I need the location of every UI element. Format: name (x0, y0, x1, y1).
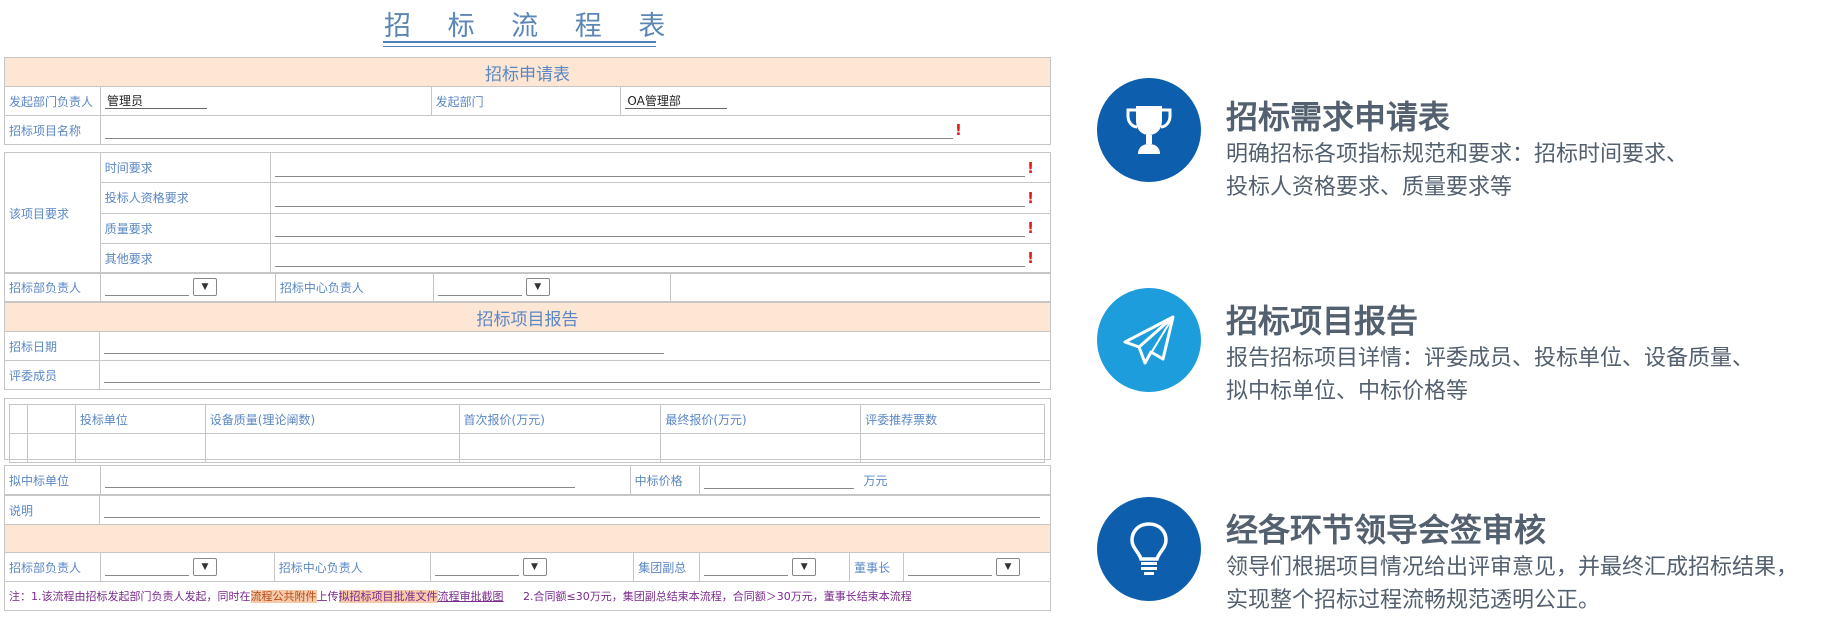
req-bidder-label: 投标人资格要求 (99, 182, 272, 214)
winning-price-input[interactable] (703, 474, 854, 489)
sign-bid-dept-head-input[interactable] (104, 561, 189, 576)
lightbulb-icon (1097, 497, 1201, 601)
col-quality: 设备质量(理论阐数) (204, 404, 460, 434)
required-icon: ! (1027, 219, 1034, 238)
bid-center-head-input[interactable] (437, 281, 522, 296)
col-bidder: 投标单位 (74, 404, 206, 434)
chevron-down-icon[interactable]: ▼ (792, 558, 817, 576)
section-apply-header: 招标申请表 (4, 57, 1051, 87)
jury-label: 评委成员 (3, 360, 101, 390)
bid-dept-head-label: 招标部负责人 (4, 272, 101, 302)
title-underline-thin (383, 46, 656, 47)
chairman-label: 董事长 (849, 552, 905, 582)
sign-bid-center-head-label: 招标中心负责人 (273, 552, 431, 582)
chevron-down-icon[interactable]: ▼ (996, 558, 1021, 576)
col-first-price: 首次报价(万元) (458, 404, 662, 434)
req-time-label: 时间要求 (99, 151, 272, 184)
feature-apply: 招标需求申请表 明确招标各项指标规范和要求：招标时间要求、 投标人资格要求、质量… (1097, 78, 1827, 200)
note-screenshot-link[interactable]: 流程审批截图 (438, 590, 504, 603)
initiator-label: 发起部门负责人 (4, 86, 101, 116)
remark-label: 说明 (3, 495, 101, 525)
title-underline (383, 41, 656, 43)
dept-label: 发起部门 (430, 86, 622, 116)
chairman-input[interactable] (908, 561, 993, 576)
feature-desc-line1: 明确招标各项指标规范和要求：招标时间要求、 (1226, 142, 1689, 167)
table-row (9, 433, 1045, 463)
section-report-header: 招标项目报告 (4, 302, 1051, 332)
req-bidder-input[interactable] (275, 192, 1026, 207)
feature-desc-line2: 实现整个招标过程流畅规范透明公正。 (1226, 588, 1601, 613)
page-title: 招 标 流 程 表 (384, 11, 680, 42)
req-time-input[interactable] (275, 162, 1026, 177)
process-note: 注：1.该流程由招标发起部门负责人发起，同时在流程公共附件上传拟招标项目批准文件… (4, 581, 1051, 611)
requirements-label: 该项目要求 (4, 152, 101, 274)
bid-date-input[interactable] (104, 339, 665, 354)
paper-plane-icon (1097, 288, 1201, 392)
note-highlight-approval: 拟招标项目批准文件 (338, 590, 438, 603)
chevron-down-icon[interactable]: ▼ (525, 278, 550, 296)
feature-title: 招标项目报告 (1226, 302, 1419, 340)
req-other-label: 其他要求 (99, 242, 272, 275)
feature-title: 经各环节领导会签审核 (1226, 511, 1547, 549)
sign-bid-center-head-input[interactable] (434, 561, 519, 576)
chevron-down-icon[interactable]: ▼ (522, 558, 547, 576)
note-highlight-attachment: 流程公共附件 (250, 590, 317, 603)
sign-table: 招标部负责人 ▼ 招标中心负责人 ▼ 集团副总 ▼ 董事长 ▼ 注：1.该流程由… (4, 552, 1051, 611)
remark-table: 说明 (3, 495, 1051, 553)
sign-bid-dept-head-label: 招标部负责人 (4, 552, 101, 582)
report-table: 招标项目报告 招标日期 评委成员 (3, 302, 1051, 390)
feature-desc-line1: 报告招标项目详情：评委成员、投标单位、设备质量、 (1226, 346, 1755, 371)
feature-report: 招标项目报告 报告招标项目详情：评委成员、投标单位、设备质量、 拟中标单位、中标… (1097, 288, 1827, 404)
req-quality-input[interactable] (275, 222, 1026, 238)
feature-title: 招标需求申请表 (1226, 98, 1451, 136)
required-icon: ! (954, 121, 962, 139)
col-final-price: 最终报价(万元) (660, 404, 862, 434)
application-table: 招标申请表 发起部门负责人 管理员 发起部门 OA管理部 招标项目名称 ! (4, 57, 1052, 145)
req-quality-label: 质量要求 (99, 212, 272, 244)
project-name-input[interactable] (104, 124, 953, 139)
winner-unit-input[interactable] (104, 473, 575, 488)
bid-center-head-label: 招标中心负责人 (274, 272, 434, 302)
jury-input[interactable] (104, 368, 1041, 383)
chevron-down-icon[interactable]: ▼ (192, 558, 217, 576)
req-other-input[interactable] (275, 252, 1026, 268)
result-table: 拟中标单位 中标价格 万元 (4, 465, 1052, 495)
trophy-icon (1097, 78, 1201, 182)
project-name-label: 招标项目名称 (4, 115, 101, 145)
sign-section-header (4, 524, 1051, 553)
required-icon: ! (1027, 249, 1034, 268)
bidders-grid-wrap: 投标单位 设备质量(理论阐数) 首次报价(万元) 最终报价(万元) 评委推荐票数 (4, 398, 1051, 463)
bidders-grid: 投标单位 设备质量(理论阐数) 首次报价(万元) 最终报价(万元) 评委推荐票数 (9, 404, 1045, 463)
col-votes: 评委推荐票数 (860, 404, 1045, 434)
winner-unit-label: 拟中标单位 (4, 465, 101, 495)
requirements-table: 该项目要求 时间要求 ! 投标人资格要求 ! 质量要求 ! 其他要求 ! (4, 151, 1051, 275)
initiator-value[interactable]: 管理员 (104, 94, 207, 109)
approvers-table: 招标部负责人 ▼ 招标中心负责人 ▼ (4, 272, 1052, 302)
feature-desc-line1: 领导们根据项目情况给出评审意见，并最终汇成招标结果， (1226, 555, 1799, 580)
feature-desc-line2: 拟中标单位、中标价格等 (1226, 379, 1469, 404)
required-icon: ! (1027, 188, 1034, 207)
bid-date-label: 招标日期 (3, 331, 101, 361)
feature-desc-line2: 投标人资格要求、质量要求等 (1226, 175, 1513, 200)
dept-value[interactable]: OA管理部 (625, 94, 728, 109)
required-icon: ! (1027, 158, 1034, 177)
price-unit: 万元 (863, 473, 888, 488)
winning-price-label: 中标价格 (629, 465, 700, 495)
group-vp-input[interactable] (704, 561, 789, 576)
chevron-down-icon[interactable]: ▼ (192, 278, 217, 296)
group-vp-label: 集团副总 (633, 552, 701, 582)
feature-signoff: 经各环节领导会签审核 领导们根据项目情况给出评审意见，并最终汇成招标结果， 实现… (1097, 497, 1827, 613)
remark-input[interactable] (104, 503, 1041, 518)
bid-dept-head-input[interactable] (104, 281, 189, 296)
